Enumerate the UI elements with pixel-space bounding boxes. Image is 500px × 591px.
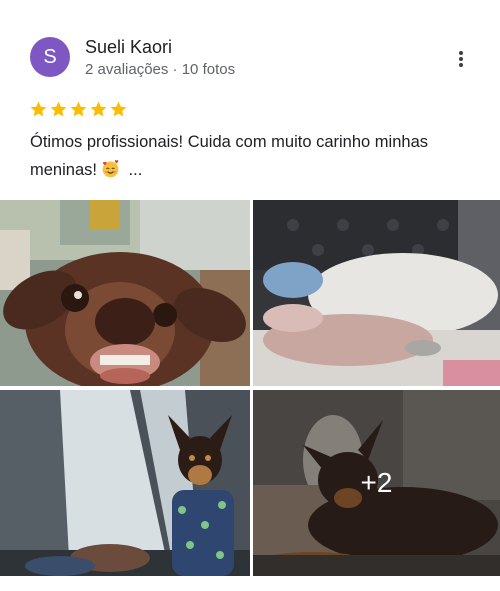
star-icon	[110, 101, 127, 117]
review-text-body: Ótimos profissionais! Cuida com muito ca…	[30, 133, 428, 179]
star-icon	[70, 101, 87, 117]
more-options-icon[interactable]	[450, 48, 472, 70]
review-photo[interactable]	[0, 390, 250, 576]
smiling-face-with-hearts-icon	[102, 160, 119, 178]
star-rating	[29, 100, 128, 120]
author-meta: 2 avaliações · 10 fotos	[85, 61, 236, 78]
star-icon	[30, 101, 47, 117]
dog-photo-image	[253, 200, 500, 386]
review-text: Ótimos profissionais! Cuida com muito ca…	[30, 128, 475, 184]
review-header: S Sueli Kaori 2 avaliações · 10 fotos	[30, 36, 480, 80]
author-name[interactable]: Sueli Kaori	[85, 37, 172, 58]
read-more-ellipsis[interactable]: ...	[124, 161, 143, 179]
more-photos-count: +2	[253, 390, 500, 576]
review-photo[interactable]	[253, 200, 500, 386]
avatar[interactable]: S	[30, 37, 70, 77]
dog-photo-image	[0, 200, 250, 386]
review-photo[interactable]	[0, 200, 250, 386]
star-icon	[50, 101, 67, 117]
star-icon	[90, 101, 107, 117]
more-photos-tile[interactable]: +2	[253, 390, 500, 576]
dog-photo-image	[0, 390, 250, 576]
